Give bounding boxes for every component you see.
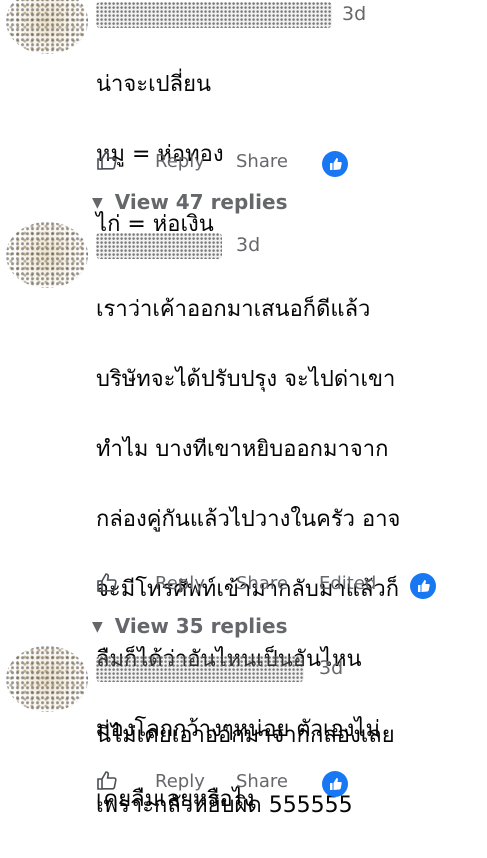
- comment-actions: Reply Share: [95, 148, 355, 177]
- like-reaction-icon[interactable]: [322, 151, 348, 177]
- like-icon[interactable]: [95, 571, 119, 595]
- view-replies-link[interactable]: ▼ View 47 replies: [92, 190, 288, 214]
- comment-line: ทำไม บางทีเขาหยิบออกมาจาก: [96, 437, 389, 462]
- comment-time[interactable]: 3d: [342, 3, 366, 25]
- comment-time[interactable]: 3d: [236, 234, 260, 256]
- commenter-name-redacted[interactable]: [96, 233, 222, 259]
- share-button[interactable]: Share: [236, 573, 288, 594]
- edited-label[interactable]: Edited: [319, 573, 376, 594]
- chevron-down-icon: ▼: [92, 619, 103, 635]
- commenter-name-redacted[interactable]: [96, 2, 332, 28]
- reply-button[interactable]: Reply: [155, 573, 205, 594]
- comment-line: บริษัทจะได้ปรับปรุง จะไปด่าเขา: [96, 367, 396, 392]
- view-replies-link[interactable]: ▼ View 35 replies: [92, 614, 288, 638]
- comment-line: เราว่าเค้าออกมาเสนอก็ดีแล้ว: [96, 297, 371, 322]
- comment-line: กล่องคู่กันแล้วไปวางในครัว อาจ: [96, 507, 401, 532]
- avatar[interactable]: [6, 222, 88, 288]
- avatar[interactable]: [6, 646, 88, 712]
- like-reaction-icon[interactable]: [322, 771, 348, 797]
- avatar[interactable]: [6, 0, 88, 54]
- comment-actions: Reply Share: [95, 768, 355, 797]
- commenter-name-redacted[interactable]: [96, 656, 304, 682]
- comment-time[interactable]: 3d: [319, 657, 343, 679]
- view-replies-label: View 35 replies: [114, 614, 288, 638]
- comment-actions: Reply Share Edited: [95, 570, 445, 599]
- reply-button[interactable]: Reply: [155, 151, 205, 172]
- comment-line: นี่ไม่เคยเอาออกมาจากกล่องเลย: [96, 723, 395, 748]
- comment-line: น่าจะเปลี่ยน: [96, 72, 211, 97]
- share-button[interactable]: Share: [236, 771, 288, 792]
- like-reaction-icon[interactable]: [410, 573, 436, 599]
- share-button[interactable]: Share: [236, 151, 288, 172]
- chevron-down-icon: ▼: [92, 195, 103, 211]
- like-icon[interactable]: [95, 149, 119, 173]
- reply-button[interactable]: Reply: [155, 771, 205, 792]
- view-replies-label: View 47 replies: [114, 190, 288, 214]
- like-icon[interactable]: [95, 769, 119, 793]
